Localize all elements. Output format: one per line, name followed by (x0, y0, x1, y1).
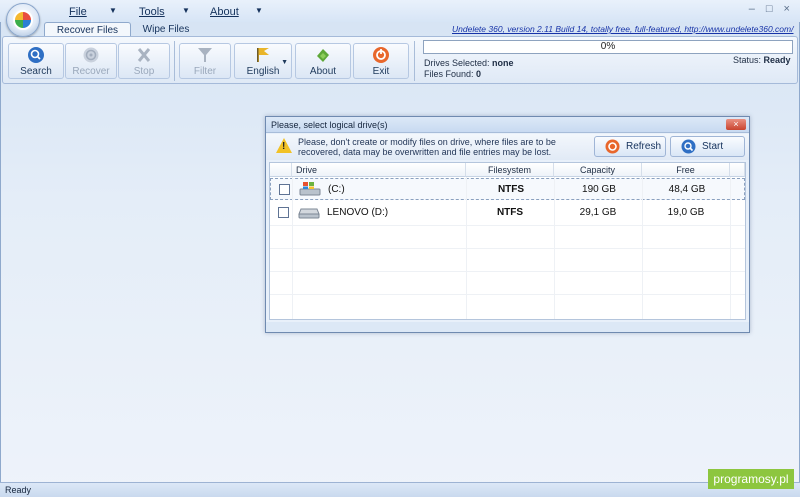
free-value: 19,0 GB (667, 207, 705, 218)
stop-icon (137, 48, 151, 62)
start-button[interactable]: Start (670, 136, 745, 157)
select-drive-dialog: Please, select logical drive(s) × ! Plea… (265, 116, 750, 333)
title-link[interactable]: Undelete 360, version 2.11 Build 14, tot… (452, 24, 796, 34)
menu-file[interactable]: File (69, 6, 87, 18)
drive-checkbox[interactable] (279, 184, 290, 195)
exit-icon (373, 47, 389, 63)
hard-drive-icon (298, 208, 320, 219)
status-label: Status: (733, 55, 762, 65)
status-bar-text: Ready (5, 485, 32, 495)
tab-recover-files[interactable]: Recover Files (44, 22, 131, 37)
grid-line (292, 177, 293, 319)
exit-button[interactable]: Exit (353, 43, 409, 79)
chevron-down-icon: ▼ (281, 59, 288, 66)
progress-text: 0% (600, 41, 616, 52)
flag-icon (257, 48, 269, 62)
column-header-filesystem[interactable]: Filesystem (466, 163, 554, 177)
capacity-value: 29,1 GB (579, 207, 617, 218)
capacity-value: 190 GB (582, 184, 616, 195)
menu-tools[interactable]: Tools (139, 6, 165, 18)
status-value: Ready (763, 55, 791, 65)
search-icon (28, 47, 44, 63)
column-header-free[interactable]: Free (642, 163, 730, 177)
grid-line (554, 177, 555, 319)
status-bar: Ready (0, 482, 800, 497)
warning-icon: ! (276, 138, 292, 153)
watermark: programosy.pl (708, 469, 794, 489)
grid-line (270, 271, 745, 272)
windows-drive-icon (299, 182, 321, 196)
table-row[interactable]: (C:) NTFS 190 GB 48,4 GB (270, 178, 745, 200)
dialog-title: Please, select logical drive(s) (266, 117, 749, 133)
warning-text: Please, don't create or modify files on … (298, 137, 556, 157)
refresh-label: Refresh (626, 141, 662, 152)
recover-icon (83, 47, 99, 63)
app-orb-button[interactable] (6, 3, 40, 37)
dialog-toolbar: ! Please, don't create or modify files o… (266, 134, 749, 160)
drives-selected-value: none (492, 58, 514, 68)
refresh-icon (605, 139, 620, 154)
column-header-filler (730, 163, 745, 177)
search-icon (681, 139, 696, 154)
about-icon (317, 49, 329, 62)
ribbon-divider (174, 41, 175, 81)
free-value: 48,4 GB (668, 184, 706, 195)
files-found-value: 0 (476, 69, 482, 79)
column-header-capacity[interactable]: Capacity (554, 163, 642, 177)
grid-line (730, 177, 731, 319)
table-row[interactable]: LENOVO (D:) NTFS 29,1 GB 19,0 GB (270, 202, 745, 224)
filesystem-value: NTFS (496, 207, 524, 218)
grid-line (270, 294, 745, 295)
about-label: About (309, 66, 337, 77)
exit-label: Exit (372, 66, 390, 77)
search-label: Search (20, 66, 52, 77)
chevron-down-icon[interactable]: ▼ (109, 6, 117, 15)
window-controls[interactable]: – □ × (749, 3, 794, 15)
menu-bar: File ▼ Tools ▼ About ▼ – □ × (0, 0, 800, 22)
grid-line (466, 177, 467, 319)
filesystem-value: NTFS (497, 184, 525, 195)
drive-name: (C:) (328, 184, 345, 195)
start-label: Start (702, 141, 724, 152)
filter-button[interactable]: Filter (179, 43, 231, 79)
recover-label: Recover (72, 66, 110, 77)
drives-selected: Drives Selected: none (424, 58, 514, 68)
drive-table: Drive Filesystem Capacity Free (C:) NTFS… (269, 162, 746, 320)
drive-checkbox[interactable] (278, 207, 289, 218)
drives-selected-label: Drives Selected: (424, 58, 490, 68)
app-logo-icon (13, 10, 33, 30)
files-found: Files Found: 0 (424, 69, 481, 79)
language-label: English (246, 66, 280, 77)
column-header-drive[interactable]: Drive (292, 163, 466, 177)
stop-label: Stop (133, 66, 155, 77)
status-indicator: Status: Ready (733, 55, 791, 65)
refresh-button[interactable]: Refresh (594, 136, 666, 157)
progress-bar: 0% (423, 40, 793, 54)
menu-about[interactable]: About (210, 6, 239, 18)
dialog-footer (266, 322, 749, 332)
close-icon[interactable]: × (726, 119, 746, 130)
chevron-down-icon[interactable]: ▼ (182, 6, 190, 15)
tab-wipe-files[interactable]: Wipe Files (134, 22, 198, 37)
column-header-check (270, 163, 292, 177)
stop-button[interactable]: Stop (118, 43, 170, 79)
grid-line (270, 248, 745, 249)
filter-label: Filter (193, 66, 217, 77)
about-button[interactable]: About (295, 43, 351, 79)
search-button[interactable]: Search (8, 43, 64, 79)
drive-name: LENOVO (D:) (327, 207, 389, 218)
recover-button[interactable]: Recover (65, 43, 117, 79)
grid-line (270, 225, 745, 226)
grid-line (642, 177, 643, 319)
chevron-down-icon[interactable]: ▼ (255, 6, 263, 15)
language-dropdown[interactable]: English ▼ (234, 43, 292, 79)
filter-icon (198, 48, 212, 62)
files-found-label: Files Found: (424, 69, 474, 79)
ribbon-divider (414, 41, 415, 81)
